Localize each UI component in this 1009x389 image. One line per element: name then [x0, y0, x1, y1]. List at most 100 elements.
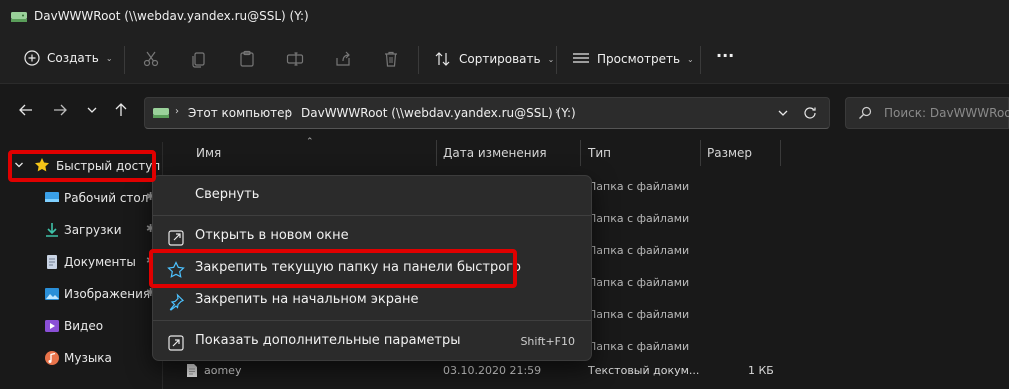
documents-icon	[44, 254, 60, 270]
list-view-icon	[572, 51, 590, 67]
scissors-icon	[142, 50, 160, 68]
sort-button[interactable]: Сортировать ⌄	[434, 51, 554, 67]
menu-divider	[153, 320, 591, 321]
highlight-quick-access	[8, 150, 156, 182]
sidebar-item-music[interactable]: Музыка	[0, 344, 163, 372]
trash-icon	[382, 50, 400, 68]
file-name[interactable]: aomey	[204, 364, 241, 377]
view-label: Просмотреть	[597, 52, 681, 66]
view-button[interactable]: Просмотреть ⌄	[572, 51, 694, 67]
menu-item-pin-start[interactable]: Закрепить на начальном экране	[153, 285, 591, 317]
column-header-name[interactable]: Имя	[196, 146, 221, 160]
forward-button[interactable]	[52, 102, 68, 118]
table-row-type[interactable]: Папка с файлами	[588, 244, 689, 257]
address-dropdown-button[interactable]	[777, 106, 789, 120]
keyboard-shortcut: Shift+F10	[520, 335, 575, 348]
sidebar-item-label: Видео	[64, 319, 104, 333]
table-row-type[interactable]: Папка с файлами	[588, 276, 689, 289]
arrow-left-icon	[18, 102, 34, 118]
search-placeholder: Поиск: DavWWWRoot (\\we	[884, 106, 1009, 120]
sort-icon	[434, 51, 452, 67]
paste-button[interactable]	[238, 50, 256, 68]
refresh-icon	[803, 106, 817, 120]
menu-divider	[153, 215, 591, 216]
paste-icon	[238, 50, 256, 68]
menu-item-label: Закрепить на начальном экране	[195, 292, 419, 307]
breadcrumb-drive[interactable]: DavWWWRoot (\\webdav.yandex.ru@SSL) (Y:)	[301, 106, 576, 120]
delete-button[interactable]	[382, 50, 400, 68]
refresh-button[interactable]	[803, 106, 817, 120]
breadcrumb-separator: ›	[175, 106, 179, 117]
menu-item-show-more-options[interactable]: Показать дополнительные параметры Shift+…	[153, 326, 591, 358]
search-box[interactable]: Поиск: DavWWWRoot (\\we	[845, 97, 1009, 129]
chevron-down-icon: ⌄	[687, 54, 694, 64]
search-icon	[858, 106, 872, 120]
menu-item-label: Свернуть	[195, 187, 260, 202]
table-row-type[interactable]: Папка с файлами	[588, 308, 689, 321]
breadcrumb-this-pc[interactable]: Этот компьютер	[188, 106, 292, 120]
column-divider[interactable]	[780, 140, 781, 166]
up-button[interactable]	[113, 102, 129, 118]
pictures-icon	[44, 286, 60, 302]
more-options-button[interactable]: ···	[716, 46, 734, 65]
chevron-down-icon	[86, 102, 98, 118]
column-header-size[interactable]: Размер	[707, 146, 752, 160]
pushpin-icon	[167, 293, 185, 311]
video-icon	[44, 318, 60, 334]
open-new-window-icon	[167, 229, 185, 247]
show-more-options-icon	[167, 334, 185, 352]
sidebar-item-label: Документы	[64, 255, 136, 269]
table-row-type[interactable]: Папка с файлами	[588, 180, 689, 193]
recent-locations-button[interactable]	[86, 102, 98, 118]
navigation-bar: › Этот компьютер › DavWWWRoot (\\webdav.…	[0, 84, 1009, 142]
highlight-pin-menu-item	[149, 249, 517, 288]
sidebar-item-documents[interactable]: Документы ✱	[0, 248, 163, 276]
more-label: ···	[716, 46, 735, 65]
column-divider[interactable]	[700, 140, 701, 166]
file-modified: 03.10.2020 21:59	[443, 364, 542, 377]
rename-button[interactable]	[286, 50, 304, 68]
breadcrumb-separator: ›	[287, 106, 291, 117]
network-drive-icon	[10, 9, 28, 25]
sidebar-item-pictures[interactable]: Изображения ✱	[0, 280, 163, 308]
sidebar-item-desktop[interactable]: Рабочий стол ✱	[0, 184, 163, 212]
breadcrumb-separator: ›	[555, 106, 559, 117]
sidebar-item-videos[interactable]: Видео	[0, 312, 163, 340]
column-header-type[interactable]: Тип	[588, 146, 611, 160]
copy-icon	[190, 50, 208, 68]
download-icon	[44, 222, 60, 238]
toolbar-divider	[418, 46, 419, 74]
file-size: 1 КБ	[748, 364, 774, 377]
create-label: Создать	[47, 51, 99, 65]
address-bar[interactable]: › Этот компьютер › DavWWWRoot (\\webdav.…	[144, 97, 830, 129]
menu-item-collapse[interactable]: Свернуть	[153, 180, 591, 212]
column-header-modified[interactable]: Дата изменения	[443, 146, 547, 160]
sidebar-item-label: Музыка	[64, 351, 112, 365]
column-divider[interactable]	[580, 140, 581, 166]
plus-circle-icon	[24, 50, 40, 66]
network-drive-icon	[152, 106, 170, 120]
menu-item-label: Открыть в новом окне	[195, 228, 349, 243]
toolbar-divider	[124, 46, 125, 74]
column-divider[interactable]	[436, 140, 437, 166]
desktop-icon	[44, 190, 60, 206]
copy-button[interactable]	[190, 50, 208, 68]
rename-icon	[286, 50, 304, 68]
chevron-down-icon	[777, 106, 789, 120]
create-button[interactable]: Создать ⌄	[24, 50, 113, 66]
sort-label: Сортировать	[459, 52, 541, 66]
back-button[interactable]	[18, 102, 34, 118]
arrow-up-icon	[113, 102, 129, 118]
cut-button[interactable]	[142, 50, 160, 68]
table-row-type[interactable]: Папка с файлами	[588, 340, 689, 353]
music-icon	[44, 350, 60, 366]
chevron-down-icon: ⌄	[547, 54, 555, 64]
sidebar-item-downloads[interactable]: Загрузки ✱	[0, 216, 163, 244]
table-row-type[interactable]: Папка с файлами	[588, 212, 689, 225]
text-file-icon	[186, 363, 198, 378]
toolbar-divider	[556, 46, 557, 74]
menu-item-label: Показать дополнительные параметры	[195, 333, 461, 348]
share-button[interactable]	[334, 50, 352, 68]
window-title: DavWWWRoot (\\webdav.yandex.ru@SSL) (Y:)	[34, 9, 309, 23]
command-bar: Создать ⌄ Сортировать ⌄ Просмотреть ⌄ ··…	[0, 36, 1009, 84]
